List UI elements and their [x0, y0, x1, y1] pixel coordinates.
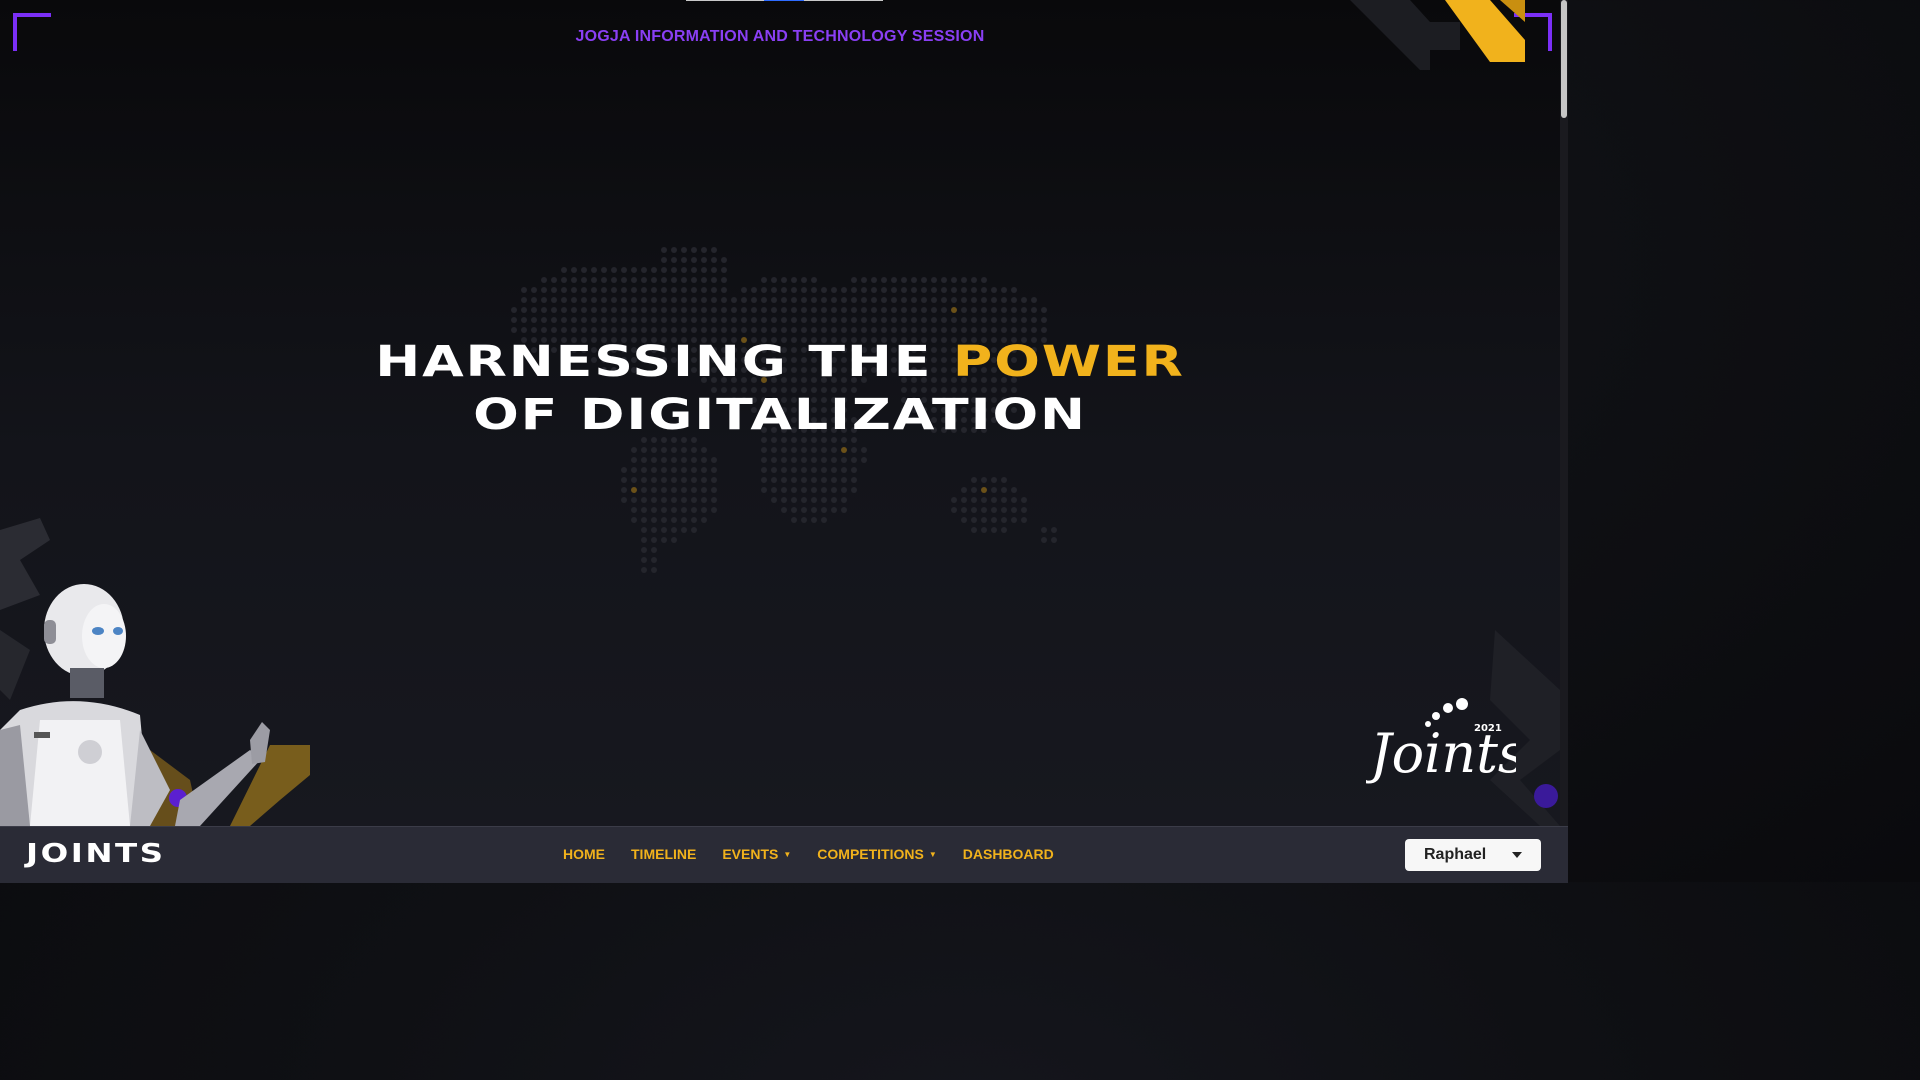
caret-down-icon	[1512, 852, 1522, 858]
headline-accent: POWER	[952, 337, 1185, 387]
nav-timeline[interactable]: TIMELINE	[631, 846, 696, 862]
hero-headline: HARNESSING THE POWER OF DIGITALIZATION	[0, 336, 1560, 442]
nav-home-label: HOME	[563, 846, 605, 862]
nav-home[interactable]: HOME	[563, 846, 605, 862]
nav-dashboard-label: DASHBOARD	[962, 846, 1054, 862]
nav-competitions-label: COMPETITIONS	[817, 846, 924, 862]
user-name: Raphael	[1424, 846, 1487, 863]
joints-2021-logo: 2021 Joints	[1366, 698, 1516, 785]
nav-timeline-label: TIMELINE	[631, 846, 697, 862]
bottom-navbar: JOINTS HOME TIMELINE EVENTS ▼ COMPETITION…	[0, 826, 1568, 883]
scrollbar-thumb[interactable]	[1561, 0, 1567, 118]
nav-events-label: EVENTS	[722, 846, 779, 862]
robot-illustration	[0, 518, 310, 826]
nav-dashboard[interactable]: DASHBOARD	[963, 846, 1054, 862]
user-menu-button[interactable]: Raphael	[1405, 839, 1541, 871]
nav-events[interactable]: EVENTS ▼	[722, 846, 791, 862]
nav-competitions[interactable]: COMPETITIONS ▼	[817, 846, 936, 862]
svg-text:Joints: Joints	[1366, 722, 1516, 785]
headline-line2: OF DIGITALIZATION	[473, 390, 1087, 440]
main-nav: HOME TIMELINE EVENTS ▼ COMPETITIONS ▼ DASH…	[563, 846, 1080, 862]
top-progress-bar	[686, 0, 883, 1]
headline-part1: HARNESSING THE	[375, 337, 953, 387]
brand-logo[interactable]: JOINTS	[26, 839, 166, 869]
event-subtitle: JOGJA INFORMATION AND TECHNOLOGY SESSION	[575, 28, 985, 45]
hero-section: JOGJA INFORMATION AND TECHNOLOGY SESSION…	[0, 0, 1560, 826]
page-scrollbar[interactable]	[1560, 0, 1568, 826]
caret-down-icon: ▼	[928, 849, 937, 859]
caret-down-icon: ▼	[783, 849, 792, 859]
